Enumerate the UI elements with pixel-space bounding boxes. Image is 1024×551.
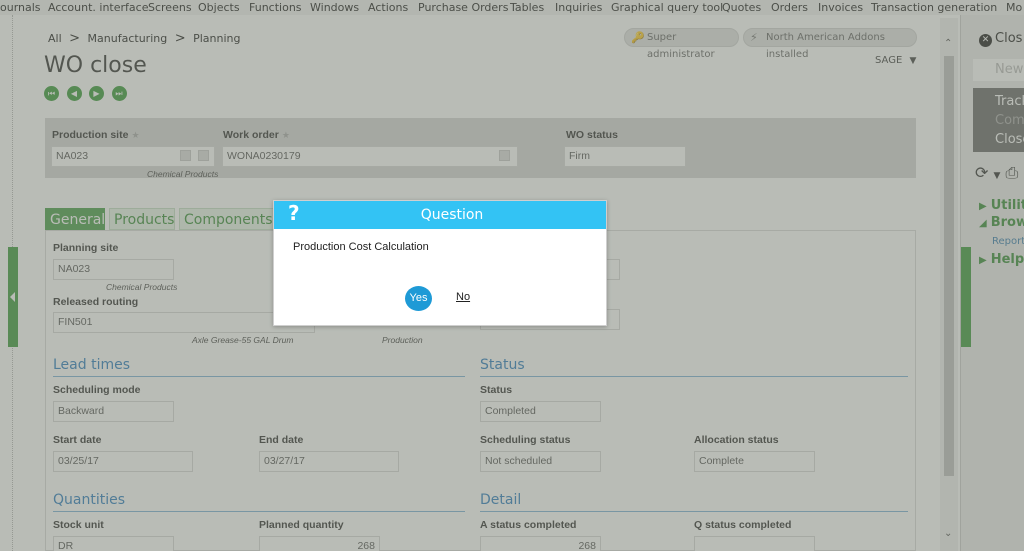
dialog-title: Question — [420, 207, 484, 223]
no-button[interactable]: No — [456, 291, 470, 303]
question-dialog: ? Question Production Cost Calculation Y… — [273, 200, 607, 326]
dialog-header: ? Question — [274, 201, 606, 229]
dialog-message: Production Cost Calculation — [293, 241, 429, 253]
yes-button[interactable]: Yes — [405, 286, 432, 311]
